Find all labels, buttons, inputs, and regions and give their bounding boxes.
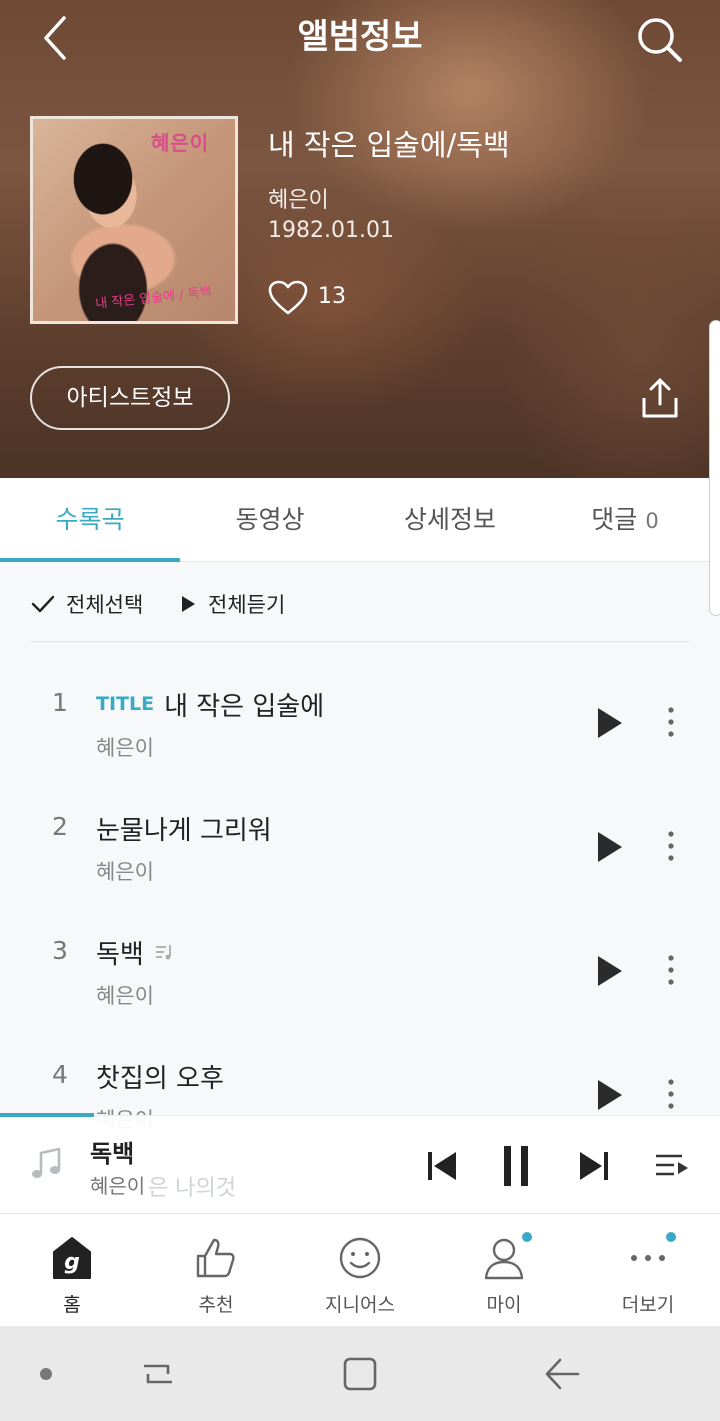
select-all-button[interactable]: 전체선택 <box>30 588 143 620</box>
share-icon <box>642 378 678 418</box>
like-button[interactable] <box>268 280 308 316</box>
track-title: 내 작은 입술에 <box>164 691 325 722</box>
track-number: 3 <box>52 936 68 965</box>
track-row[interactable]: 3 독백 혜은이 <box>0 910 720 1034</box>
nav-label: 마이 <box>486 1294 522 1316</box>
track-title-row: 찻집의 오후 <box>96 1056 224 1096</box>
nav-more[interactable]: 더보기 <box>576 1214 720 1327</box>
check-icon <box>31 595 55 613</box>
active-tab-indicator <box>0 558 180 562</box>
play-icon[interactable] <box>594 706 626 740</box>
playlist-icon[interactable] <box>652 1144 692 1188</box>
page-title: 앨범정보 <box>297 17 423 57</box>
tab-comments-label: 댓글 <box>591 505 638 534</box>
more-vertical-icon[interactable] <box>662 1076 680 1112</box>
nav-label: 추천 <box>198 1294 234 1316</box>
play-icon[interactable] <box>594 830 626 864</box>
track-title-row: 독백 <box>96 932 174 972</box>
svg-text:g: g <box>64 1250 80 1275</box>
notification-dot <box>522 1232 532 1242</box>
track-number: 4 <box>52 1060 68 1089</box>
system-nav-bar <box>0 1326 720 1421</box>
play-all-button[interactable]: 전체듣기 <box>178 588 285 620</box>
comment-count: 0 <box>645 509 659 533</box>
album-cover[interactable]: 혜은이 내 작은 입술에 / 독백 <box>30 116 238 324</box>
track-title: 찻집의 오후 <box>96 1063 224 1094</box>
track-row[interactable]: 1 TITLE 내 작은 입술에 혜은이 <box>0 662 720 786</box>
mini-player[interactable]: 은 나의것 독백 혜은이 <box>0 1113 720 1213</box>
share-button[interactable] <box>636 374 684 422</box>
search-icon <box>638 18 682 62</box>
nav-label: 지니어스 <box>325 1294 395 1316</box>
tab-bar: 수록곡 동영상 상세정보 댓글 0 <box>0 478 720 562</box>
person-icon <box>484 1238 524 1280</box>
nav-genius[interactable]: 지니어스 <box>288 1214 432 1327</box>
more-vertical-icon[interactable] <box>662 704 680 740</box>
heart-icon <box>268 280 308 315</box>
next-track-icon[interactable] <box>574 1144 614 1188</box>
bottom-nav: g 홈 추천 지니어스 마이 더보기 <box>0 1213 720 1326</box>
nav-my[interactable]: 마이 <box>432 1214 576 1327</box>
album-hero: 앨범정보 혜은이 내 작은 입술에 / 독백 내 작은 입술에/독백 혜은이 1… <box>0 0 720 478</box>
track-row[interactable]: 2 눈물나게 그리워 혜은이 <box>0 786 720 910</box>
more-vertical-icon[interactable] <box>662 952 680 988</box>
nav-recommend[interactable]: 추천 <box>144 1214 288 1327</box>
track-artist: 혜은이 <box>96 984 154 1008</box>
track-title: 눈물나게 그리워 <box>96 815 272 846</box>
back-arrow-icon[interactable] <box>542 1354 582 1394</box>
album-title: 내 작은 입술에/독백 <box>268 128 510 162</box>
peek-track-title: 은 나의것 <box>148 1176 236 1201</box>
cover-caption: 내 작은 입술에 / 독백 <box>94 284 213 313</box>
play-icon <box>182 596 195 612</box>
top-bar: 앨범정보 <box>0 0 720 76</box>
select-all-label: 전체선택 <box>66 593 144 617</box>
recent-apps-icon[interactable] <box>138 1354 178 1394</box>
play-all-label: 전체듣기 <box>208 593 286 617</box>
home-g-icon: g <box>53 1237 91 1279</box>
tab-comments[interactable]: 댓글 0 <box>560 478 690 562</box>
scroll-handle[interactable] <box>709 320 720 616</box>
track-artist: 혜은이 <box>96 860 154 884</box>
previous-track-icon[interactable] <box>424 1144 464 1188</box>
search-button[interactable] <box>632 14 688 66</box>
pause-icon[interactable] <box>496 1144 536 1188</box>
thumbs-up-icon <box>196 1238 235 1278</box>
artist-info-button[interactable]: 아티스트정보 <box>30 366 230 430</box>
play-icon[interactable] <box>594 1078 626 1112</box>
more-dots-icon <box>631 1255 665 1261</box>
nav-home[interactable]: g 홈 <box>0 1214 144 1327</box>
track-artist: 혜은이 <box>96 736 154 760</box>
album-release-date: 1982.01.01 <box>268 218 394 243</box>
now-playing-artist: 혜은이 <box>90 1174 146 1198</box>
smiley-icon <box>339 1237 381 1279</box>
tab-tracks[interactable]: 수록곡 <box>0 478 180 562</box>
play-icon[interactable] <box>594 954 626 988</box>
like-count: 13 <box>318 284 346 309</box>
tab-details[interactable]: 상세정보 <box>360 478 540 562</box>
track-title: 독백 <box>96 939 144 970</box>
notification-dot <box>666 1232 676 1242</box>
cover-logo: 혜은이 <box>151 131 210 155</box>
track-title-row: TITLE 내 작은 입술에 <box>96 684 324 724</box>
music-note-icon <box>32 1147 61 1178</box>
dot-indicator-icon[interactable] <box>26 1354 66 1394</box>
now-playing-title: 독백 <box>90 1140 135 1168</box>
nav-label: 더보기 <box>621 1294 675 1316</box>
list-controls: 전체선택 전체듣기 <box>30 580 690 642</box>
lyrics-icon <box>155 945 171 960</box>
home-button-icon[interactable] <box>340 1354 380 1394</box>
title-badge: TITLE <box>96 693 155 715</box>
playback-progress-bar[interactable] <box>0 1113 94 1117</box>
tab-videos[interactable]: 동영상 <box>180 478 360 562</box>
track-number: 2 <box>52 812 68 841</box>
track-title-row: 눈물나게 그리워 <box>96 808 272 848</box>
nav-label: 홈 <box>63 1294 81 1316</box>
album-artist[interactable]: 혜은이 <box>268 182 329 214</box>
more-vertical-icon[interactable] <box>662 828 680 864</box>
track-number: 1 <box>52 688 68 717</box>
